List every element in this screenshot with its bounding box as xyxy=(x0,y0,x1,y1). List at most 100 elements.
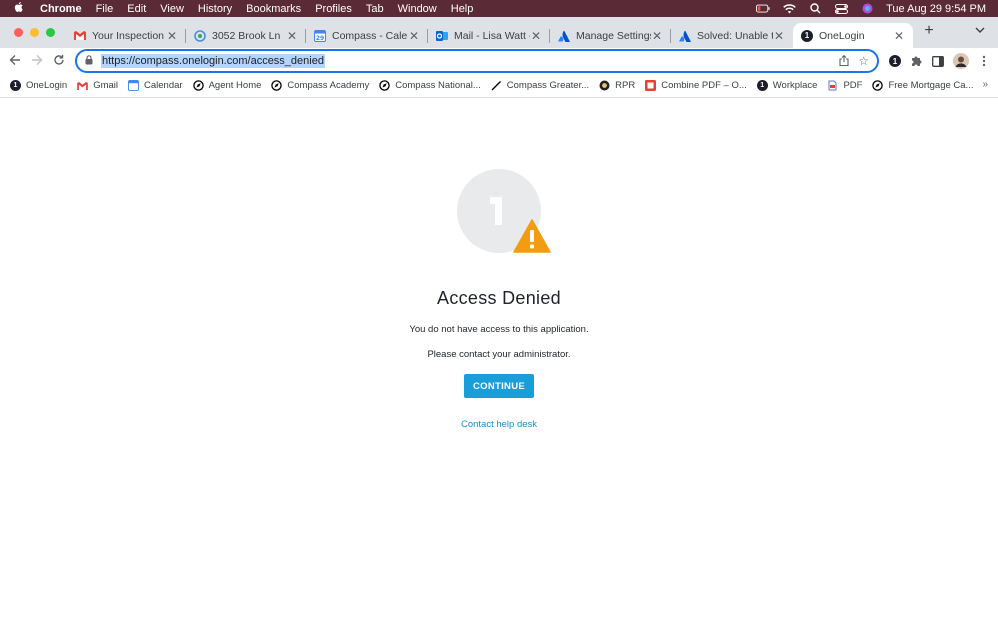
onelogin-logo xyxy=(457,169,551,253)
lock-icon[interactable] xyxy=(85,55,95,67)
location-icon xyxy=(194,29,206,42)
minimize-window-button[interactable] xyxy=(30,28,39,37)
spotlight-search-icon[interactable] xyxy=(808,3,822,14)
bookmark-gmail[interactable]: Gmail xyxy=(77,80,118,91)
side-panel-icon[interactable] xyxy=(930,53,946,69)
pdf-icon xyxy=(645,80,657,91)
menu-tab[interactable]: Tab xyxy=(366,3,384,15)
profile-avatar[interactable] xyxy=(952,53,970,69)
menu-profiles[interactable]: Profiles xyxy=(315,3,352,15)
tab-strip: Your Inspection Rep ✕ 3052 Brook Ln ✕ 29… xyxy=(0,17,998,48)
menu-view[interactable]: View xyxy=(160,3,184,15)
pdf-icon xyxy=(827,80,838,91)
atlassian-icon xyxy=(679,30,691,42)
tab-outlook-mail[interactable]: Mail - Lisa Watt - O ✕ xyxy=(428,23,550,48)
macos-menubar: Chrome File Edit View History Bookmarks … xyxy=(0,0,998,17)
tab-title: Solved: Unable to lo xyxy=(697,29,773,42)
bookmark-compass-greater[interactable]: Compass Greater... xyxy=(491,80,589,91)
onelogin-icon: 1 xyxy=(801,29,813,42)
zoom-window-button[interactable] xyxy=(46,28,55,37)
contact-help-desk-link[interactable]: Contact help desk xyxy=(0,419,998,430)
menu-history[interactable]: History xyxy=(198,3,232,15)
tab-title: Your Inspection Rep xyxy=(92,29,166,42)
bookmark-calendar[interactable]: Calendar xyxy=(128,80,183,91)
contact-admin-message: Please contact your administrator. xyxy=(427,349,571,360)
siri-icon[interactable] xyxy=(860,3,874,14)
menu-edit[interactable]: Edit xyxy=(127,3,146,15)
close-tab-icon[interactable]: ✕ xyxy=(893,29,905,43)
menu-bookmarks[interactable]: Bookmarks xyxy=(246,3,301,15)
forward-button[interactable] xyxy=(28,52,46,70)
bookmark-pdf[interactable]: PDF xyxy=(827,80,862,91)
tab-title: 3052 Brook Ln xyxy=(212,29,281,42)
bookmarks-overflow-icon[interactable]: » xyxy=(982,79,988,90)
page-content: Access Denied You do not have access to … xyxy=(0,99,998,624)
menu-help[interactable]: Help xyxy=(451,3,474,15)
bookmark-agent-home[interactable]: Agent Home xyxy=(192,80,261,91)
compass-icon xyxy=(271,80,283,91)
gmail-icon xyxy=(74,30,86,42)
warning-icon xyxy=(513,219,551,253)
tab-manage-settings[interactable]: Manage Settings - ✕ xyxy=(550,23,671,48)
calendar-icon: 29 xyxy=(314,29,326,42)
access-message: You do not have access to this applicati… xyxy=(409,324,589,335)
reload-button[interactable] xyxy=(50,52,68,70)
outlook-icon xyxy=(436,30,448,42)
close-window-button[interactable] xyxy=(14,28,23,37)
close-tab-icon[interactable]: ✕ xyxy=(286,29,298,43)
close-tab-icon[interactable]: ✕ xyxy=(773,29,785,43)
gmail-icon xyxy=(77,80,89,91)
continue-button[interactable]: CONTINUE xyxy=(464,374,534,398)
tab-3052-brook-ln[interactable]: 3052 Brook Ln ✕ xyxy=(186,23,306,48)
bookmark-compass-academy[interactable]: Compass Academy xyxy=(271,80,369,91)
back-button[interactable] xyxy=(6,52,24,70)
control-center-icon[interactable] xyxy=(834,3,848,14)
bookmark-onelogin[interactable]: 1 OneLogin xyxy=(10,80,67,91)
close-tab-icon[interactable]: ✕ xyxy=(530,29,542,43)
onelogin-icon: 1 xyxy=(756,80,768,91)
onelogin-extension-icon[interactable]: 1 xyxy=(887,53,903,69)
page-title: Access Denied xyxy=(437,288,561,308)
bookmark-star-icon[interactable]: ☆ xyxy=(858,54,869,68)
onelogin-icon: 1 xyxy=(10,80,21,91)
address-bar[interactable]: https://compass.onelogin.com/access_deni… xyxy=(75,49,879,73)
apple-icon[interactable] xyxy=(12,1,26,16)
tab-title: Compass - Calenda xyxy=(332,29,408,42)
close-tab-icon[interactable]: ✕ xyxy=(166,29,178,43)
bookmarks-bar: 1 OneLogin Gmail Calendar Agent Home Com… xyxy=(0,74,998,98)
compass-icon xyxy=(192,80,204,91)
compass-icon xyxy=(872,80,884,91)
close-tab-icon[interactable]: ✕ xyxy=(651,29,663,43)
tab-title: Mail - Lisa Watt - O xyxy=(454,29,530,42)
share-icon[interactable] xyxy=(839,54,849,69)
extensions-puzzle-icon[interactable] xyxy=(908,53,924,69)
bookmark-compass-national[interactable]: Compass National... xyxy=(379,80,481,91)
tab-solved-unable[interactable]: Solved: Unable to lo ✕ xyxy=(671,23,793,48)
menubar-status-area: Tue Aug 29 9:54 PM xyxy=(756,0,986,17)
svg-text:29: 29 xyxy=(316,35,324,42)
url-text[interactable]: https://compass.onelogin.com/access_deni… xyxy=(101,54,325,68)
menu-file[interactable]: File xyxy=(96,3,114,15)
close-tab-icon[interactable]: ✕ xyxy=(408,29,420,43)
tab-onelogin[interactable]: 1 OneLogin ✕ xyxy=(793,23,913,48)
tab-compass-calendar[interactable]: 29 Compass - Calenda ✕ xyxy=(306,23,428,48)
browser-toolbar: https://compass.onelogin.com/access_deni… xyxy=(0,48,998,74)
calendar-icon xyxy=(128,80,140,91)
tab-title: Manage Settings - xyxy=(576,29,651,42)
new-tab-button[interactable]: + xyxy=(921,23,937,39)
menu-app-name[interactable]: Chrome xyxy=(40,3,82,15)
tab-search-chevron-icon[interactable] xyxy=(975,25,987,37)
battery-icon[interactable] xyxy=(756,3,770,14)
more-menu-icon[interactable] xyxy=(978,53,990,69)
rpr-icon xyxy=(599,80,610,91)
bookmark-rpr[interactable]: RPR xyxy=(599,80,635,91)
bookmark-combine-pdf[interactable]: Combine PDF – O... xyxy=(645,80,747,91)
bookmark-workplace[interactable]: 1 Workplace xyxy=(756,80,817,91)
wifi-icon[interactable] xyxy=(782,3,796,14)
bookmark-free-mortgage[interactable]: Free Mortgage Ca... xyxy=(872,80,973,91)
tab-inspection-report[interactable]: Your Inspection Rep ✕ xyxy=(66,23,186,48)
menubar-datetime[interactable]: Tue Aug 29 9:54 PM xyxy=(886,3,986,15)
atlassian-icon xyxy=(558,30,570,42)
menu-window[interactable]: Window xyxy=(398,3,437,15)
onelogin-one-icon xyxy=(490,197,502,225)
